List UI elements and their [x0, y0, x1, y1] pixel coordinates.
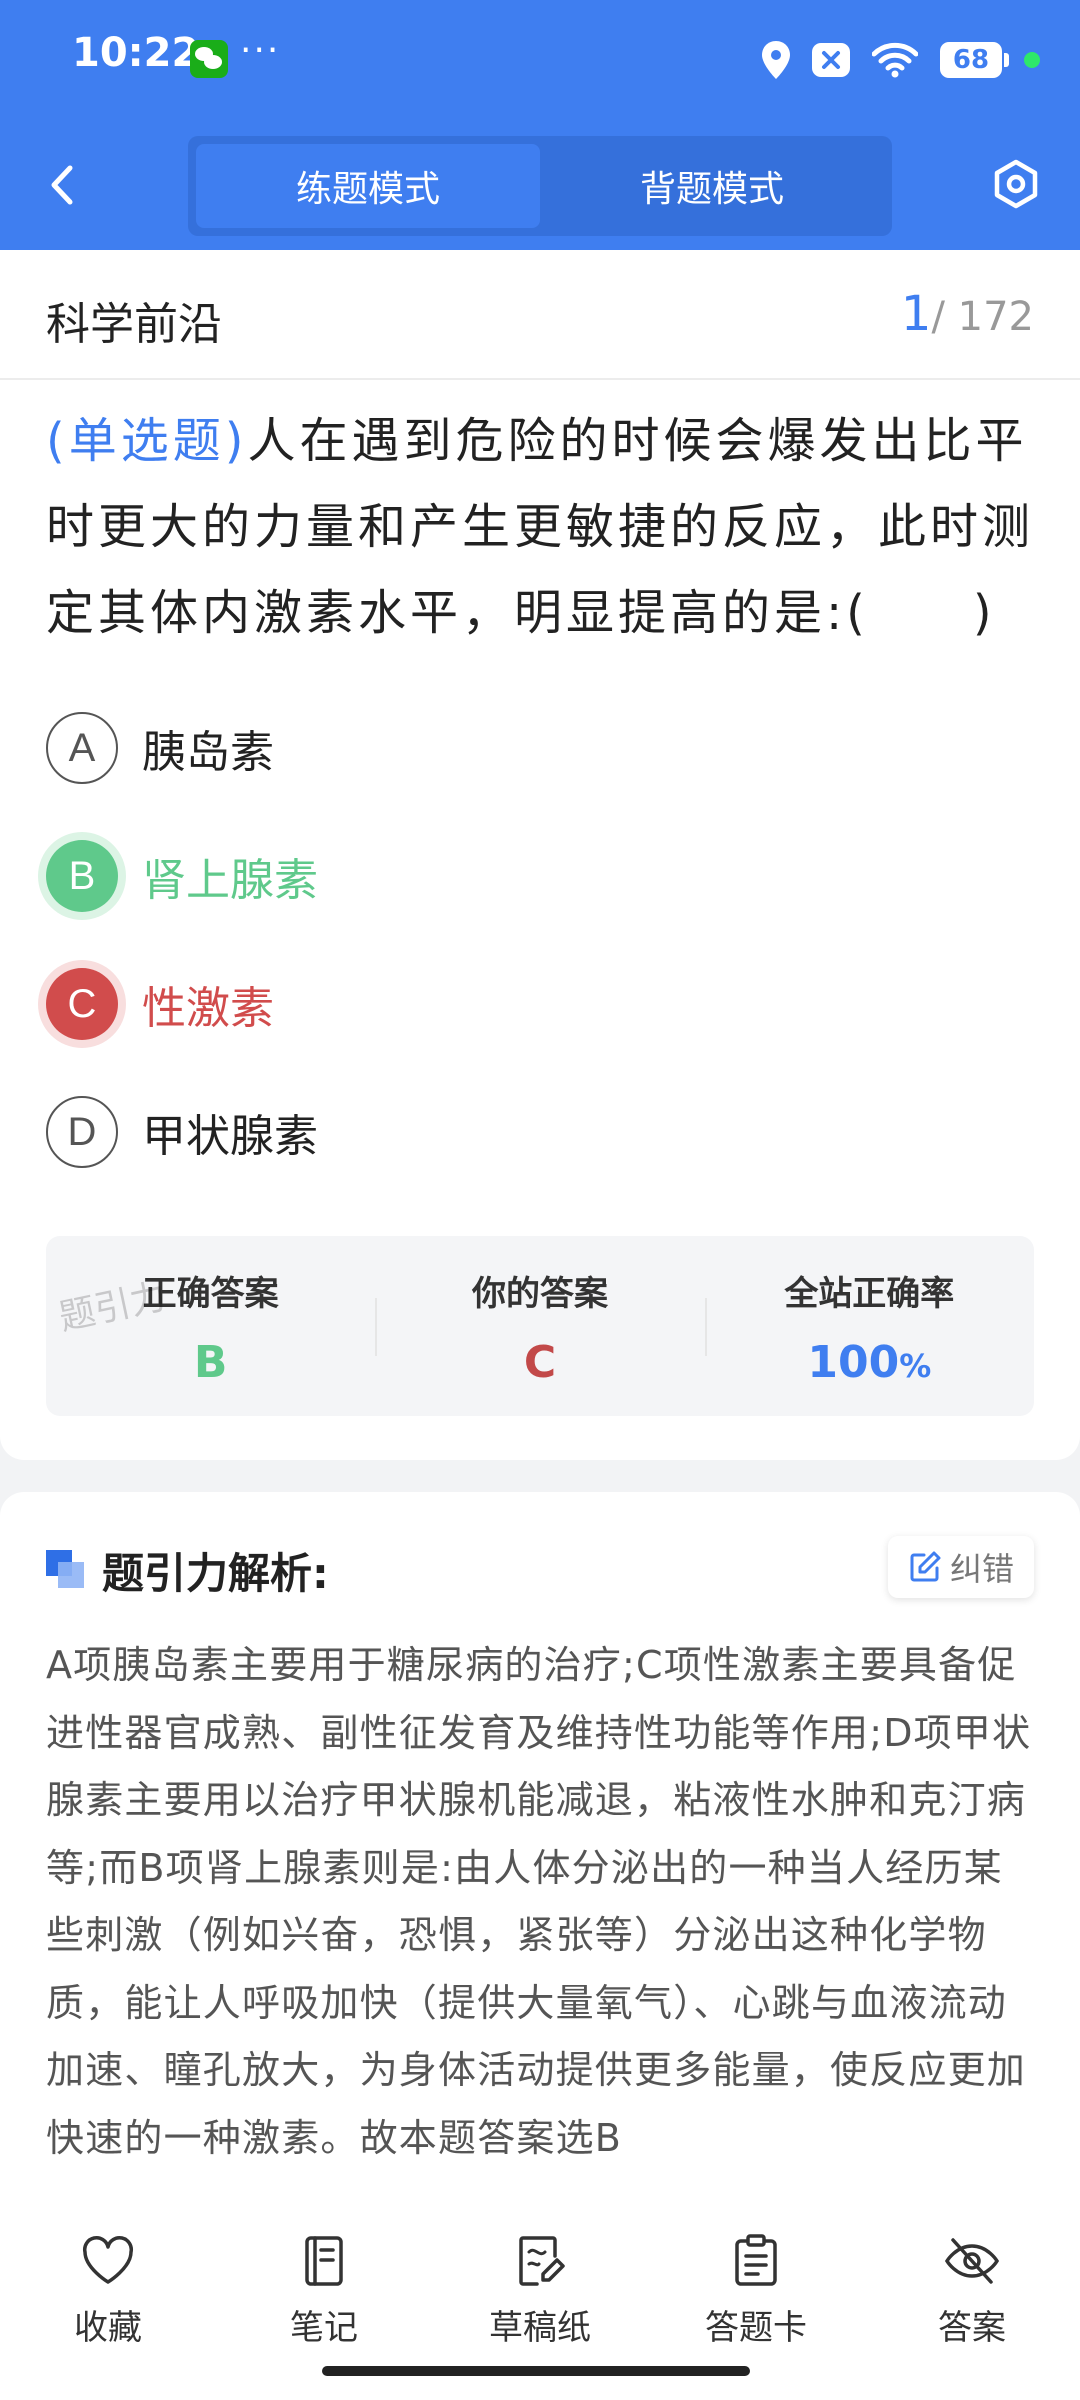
- analysis-title: 题引力解析:: [102, 1548, 329, 1598]
- nav-answer[interactable]: 答案: [864, 2200, 1080, 2400]
- draft-paper-icon: [519, 2236, 565, 2286]
- question-progress: 1/ 172: [901, 286, 1034, 342]
- correct-answer-col: 正确答案 B: [46, 1236, 375, 1416]
- answer-summary: 正确答案 B 你的答案 C 全站正确率 100% 题引力: [46, 1236, 1034, 1416]
- option-label: 甲状腺素: [142, 1111, 318, 1162]
- nav-label: 收藏: [74, 2308, 142, 2348]
- your-answer-value: C: [523, 1337, 557, 1388]
- option-b[interactable]: B 肾上腺素: [46, 838, 318, 914]
- analysis-header: 题引力解析:: [46, 1540, 329, 1600]
- question-text: (单选题)人在遇到危险的时候会爆发出比平时更大的力量和产生更敏捷的反应，此时测定…: [46, 398, 1036, 656]
- notebook-icon: [305, 2236, 343, 2286]
- correct-answer-label: 正确答案: [142, 1274, 279, 1314]
- home-indicator[interactable]: [322, 2366, 750, 2376]
- analysis-card: 题引力解析: 纠错 A项胰岛素主要用于糖尿病的治疗;C项性激素主要具备促进性器官…: [0, 1492, 1080, 2232]
- correct-answer-value: B: [193, 1337, 228, 1388]
- nav-label: 答题卡: [705, 2308, 807, 2348]
- your-answer-label: 你的答案: [471, 1274, 608, 1314]
- report-error-button[interactable]: 纠错: [887, 1536, 1034, 1598]
- accuracy-col: 全站正确率 100%: [704, 1236, 1034, 1416]
- accuracy-value: 100%: [705, 1337, 1034, 1388]
- question-type: (单选题): [46, 413, 248, 469]
- accuracy-unit: %: [899, 1347, 932, 1385]
- back-arrow-icon[interactable]: [44, 160, 80, 210]
- close-notification-icon: [812, 43, 850, 77]
- option-a[interactable]: A 胰岛素: [46, 710, 274, 786]
- option-letter: B: [46, 840, 118, 912]
- tab-memorize-mode[interactable]: 背题模式: [540, 144, 884, 228]
- nav-label: 草稿纸: [489, 2308, 591, 2348]
- option-label: 性激素: [142, 983, 274, 1034]
- status-bar: 10:22 ··· 68: [0, 0, 1080, 120]
- option-letter: A: [46, 712, 118, 784]
- subject-title: 科学前沿: [46, 299, 222, 350]
- app-header: 10:22 ··· 68 练题模式 背题模式: [0, 0, 1080, 250]
- progress-current: 1: [900, 286, 932, 342]
- accuracy-label: 全站正确率: [784, 1274, 955, 1314]
- status-icons: 68: [762, 35, 1040, 85]
- question-card: 科学前沿 1/ 172 (单选题)人在遇到危险的时候会爆发出比平时更大的力量和产…: [0, 250, 1080, 1460]
- nav-label: 答案: [938, 2308, 1006, 2348]
- option-letter: C: [46, 968, 118, 1040]
- mode-switch: 练题模式 背题模式: [188, 136, 892, 236]
- option-d[interactable]: D 甲状腺素: [46, 1094, 318, 1170]
- settings-hex-icon[interactable]: [990, 158, 1042, 210]
- eye-off-icon: [944, 2238, 1000, 2284]
- progress-total: / 172: [931, 294, 1034, 340]
- option-label: 胰岛素: [142, 727, 274, 778]
- analysis-text: A项胰岛素主要用于糖尿病的治疗;C项性激素主要具备促进性器官成熟、副性征发育及维…: [46, 1643, 1032, 2160]
- status-time: 10:22: [72, 30, 200, 76]
- tab-practice-mode[interactable]: 练题模式: [196, 144, 540, 228]
- more-notifications-icon: ···: [240, 30, 281, 71]
- option-c[interactable]: C 性激素: [46, 966, 274, 1042]
- option-label: 肾上腺素: [142, 855, 318, 906]
- active-indicator-dot: [1024, 52, 1040, 68]
- accuracy-number: 100: [807, 1337, 900, 1388]
- report-error-label: 纠错: [949, 1550, 1014, 1588]
- battery-icon: 68: [940, 42, 1009, 78]
- subject-row: 科学前沿 1/ 172: [0, 250, 1080, 380]
- location-icon: [762, 41, 790, 79]
- heart-icon: [82, 2236, 134, 2284]
- your-answer-col: 你的答案 C: [375, 1236, 704, 1416]
- answer-sheet-icon: [735, 2234, 777, 2286]
- edit-icon: [910, 1551, 941, 1582]
- wechat-icon: [190, 40, 228, 78]
- nav-favorite[interactable]: 收藏: [0, 2200, 216, 2400]
- option-letter: D: [46, 1096, 118, 1168]
- wifi-icon: [872, 42, 918, 78]
- analysis-squares-icon: [46, 1550, 86, 1590]
- nav-label: 笔记: [290, 2308, 358, 2348]
